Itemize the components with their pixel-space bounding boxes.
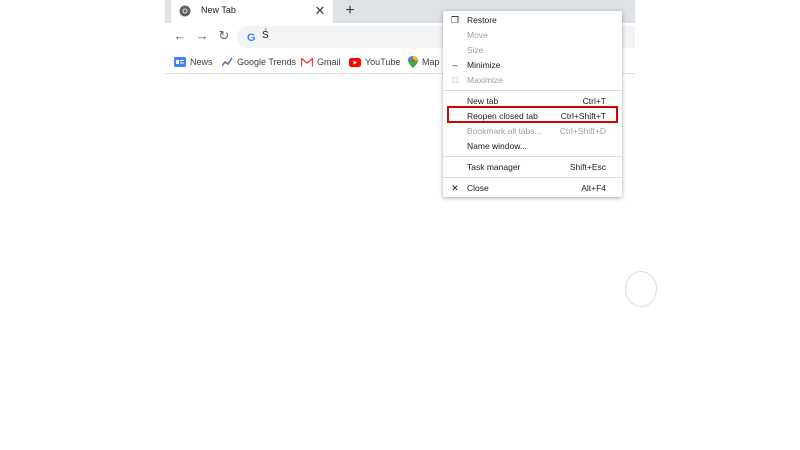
new-tab-button[interactable]: + [341,2,359,20]
bookmark-youtube[interactable]: YouTube [349,55,400,69]
bookmark-google-trends[interactable]: Google Trends [222,55,296,69]
menu-item-move: Move [467,30,488,40]
omnibox-text[interactable]: Ś [262,30,269,41]
bookmark-label: Google Trends [237,57,297,67]
svg-text:G: G [247,32,256,44]
menu-item-size: Size [467,45,484,55]
menu-item-close[interactable]: ✕ Close Alt+F4 [443,181,622,196]
menu-item-task-manager[interactable]: Task manager Shift+Esc [443,160,622,175]
menu-item-minimize[interactable]: – Minimize [443,58,622,73]
forward-icon[interactable]: → [194,28,210,44]
close-icon: ✕ [451,183,459,193]
gmail-icon [301,57,313,67]
menu-separator [443,90,622,91]
window-context-menu: ❐ Restore Move Size – Minimize □ Maximiz… [443,11,622,197]
minimize-icon: – [452,60,458,70]
tab-new-tab[interactable]: New Tab ✕ [171,0,333,23]
menu-separator [443,177,622,178]
bookmark-news[interactable]: News [174,55,213,69]
news-icon [174,57,186,67]
side-panel-handle[interactable] [625,271,657,307]
maps-icon [408,56,418,68]
bookmark-gmail[interactable]: Gmail [301,55,341,69]
menu-item-bookmark-all-tabs: Bookmark all tabs... Ctrl+Shift+D [467,126,606,136]
back-icon[interactable]: ← [172,28,188,44]
maximize-icon: □ [452,75,458,85]
restore-icon: ❐ [450,15,460,25]
tab-title: New Tab [201,5,236,15]
menu-item-maximize: □ Maximize [443,73,622,88]
youtube-icon [349,57,361,67]
google-icon: G [247,32,256,44]
menu-separator [443,156,622,157]
highlight-box [447,106,618,123]
menu-item-name-window[interactable]: Name window... [443,139,622,154]
tab-close-icon[interactable]: ✕ [313,3,327,19]
chrome-icon [179,5,191,17]
bookmark-label: Gmail [317,57,341,67]
bookmark-maps[interactable]: Map [408,55,440,69]
reload-icon[interactable]: ↻ [216,28,232,44]
bookmark-label: YouTube [365,57,401,67]
menu-item-restore[interactable]: ❐ Restore [443,13,622,28]
bookmark-label: News [190,57,213,67]
trends-icon [222,57,233,67]
bookmark-label: Map [422,57,440,67]
